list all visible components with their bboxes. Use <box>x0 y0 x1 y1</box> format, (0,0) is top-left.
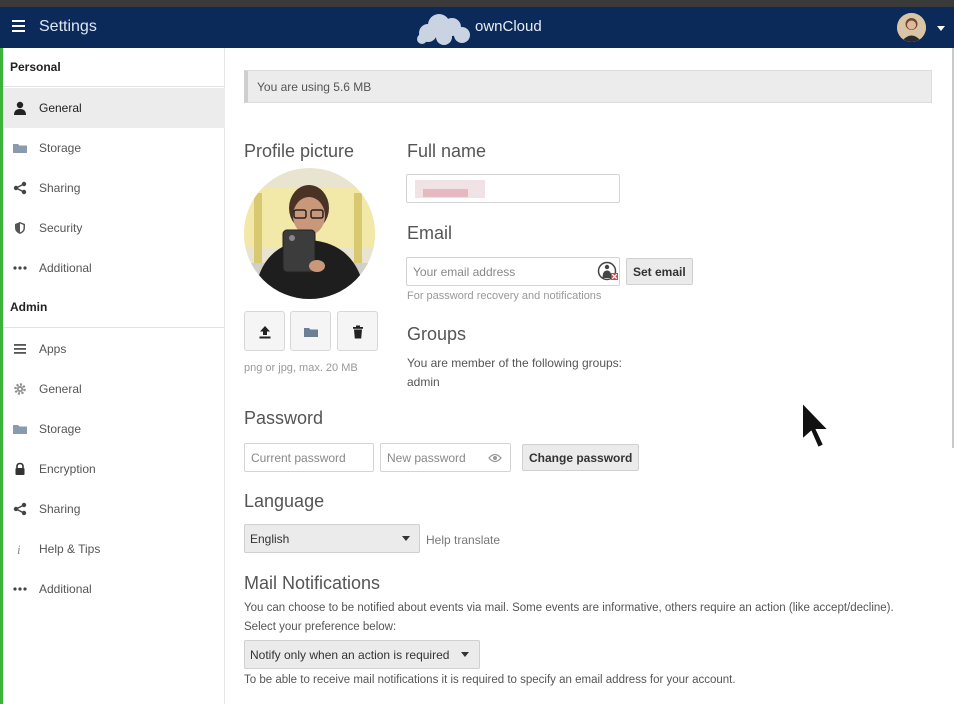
lock-icon <box>15 462 25 475</box>
mail-notifications-selected: Notify only when an action is required <box>250 648 450 662</box>
sidebar-item-label: Security <box>39 221 83 235</box>
sidebar-item-security[interactable]: Security <box>3 208 225 248</box>
mail-notifications-select[interactable]: Notify only when an action is required <box>244 640 480 669</box>
delete-picture-button[interactable] <box>337 311 378 351</box>
cloud-logo[interactable] <box>414 11 472 45</box>
full-name-heading: Full name <box>407 141 487 161</box>
mouse-cursor-icon <box>801 400 832 450</box>
quota-usage-bar: You are using 5.6 MB <box>244 70 932 103</box>
sidebar-item-label: General <box>39 101 82 115</box>
sidebar-item-label: Sharing <box>39 502 81 516</box>
trash-icon <box>353 325 363 339</box>
more-icon <box>13 266 27 270</box>
sidebar-item-label: Sharing <box>39 181 81 195</box>
email-heading: Email <box>407 223 453 243</box>
sidebar-item-label: Storage <box>39 141 82 155</box>
header-title[interactable]: Settings <box>39 18 97 36</box>
current-password-placeholder: Current password <box>251 451 346 465</box>
email-status-icon <box>597 261 618 281</box>
chevron-down-icon <box>402 536 410 541</box>
folder-icon <box>304 328 318 337</box>
hamburger-icon[interactable] <box>12 20 25 32</box>
change-password-button[interactable]: Change password <box>522 444 640 471</box>
sidebar-item-label: Apps <box>39 342 67 356</box>
select-picture-button[interactable] <box>290 311 331 351</box>
person-icon <box>14 101 26 115</box>
top-header: Settings ownCloud <box>0 7 954 48</box>
sidebar-item-label: Additional <box>39 261 92 275</box>
language-select[interactable]: English <box>244 524 420 553</box>
mail-notifications-prompt: Select your preference below: <box>244 621 397 633</box>
shield-icon <box>15 222 25 234</box>
sidebar-item-label: General <box>39 382 82 396</box>
language-selected: English <box>250 532 290 546</box>
sidebar-item-label: Additional <box>39 582 92 596</box>
sidebar-heading-personal: Personal <box>10 60 61 74</box>
mail-notifications-note: To be able to receive mail notifications… <box>244 674 736 686</box>
mail-notifications-desc: You can choose to be notified about even… <box>244 602 894 614</box>
folder-icon <box>13 144 27 153</box>
sidebar-item-general[interactable]: General <box>3 88 225 128</box>
email-hint: For password recovery and notifications <box>407 290 602 302</box>
divider <box>3 86 225 87</box>
profile-picture-hint: png or jpg, max. 20 MB <box>244 362 358 374</box>
help-translate-link[interactable]: Help translate <box>426 533 500 547</box>
share-icon <box>13 502 27 516</box>
full-name-field[interactable] <box>406 174 620 203</box>
sidebar-heading-admin: Admin <box>10 300 48 314</box>
upload-picture-button[interactable] <box>244 311 285 351</box>
sidebar-item-sharing[interactable]: Sharing <box>3 168 225 208</box>
sidebar-item-additional[interactable]: Additional <box>3 248 225 288</box>
set-email-button[interactable]: Set email <box>626 258 693 285</box>
share-icon <box>13 181 27 195</box>
profile-picture-heading: Profile picture <box>244 141 355 161</box>
new-password-field[interactable]: New password <box>380 443 511 472</box>
show-password-icon[interactable] <box>488 453 502 463</box>
sidebar-item-label: Encryption <box>39 462 96 476</box>
user-menu-caret-icon[interactable] <box>937 26 945 31</box>
groups-intro: You are member of the following groups: <box>407 356 623 370</box>
password-heading: Password <box>244 408 324 428</box>
sidebar-item-storage[interactable]: Storage <box>3 128 225 168</box>
user-avatar[interactable] <box>897 13 926 42</box>
current-password-field[interactable]: Current password <box>244 443 374 472</box>
sidebar-item-admin-sharing[interactable]: Sharing <box>3 489 225 529</box>
profile-picture <box>244 168 375 299</box>
sidebar-item-apps[interactable]: Apps <box>3 329 225 369</box>
email-field[interactable]: Your email address <box>406 257 620 286</box>
brand-name: ownCloud <box>475 18 542 35</box>
info-icon: i <box>17 542 21 556</box>
sidebar-item-admin-general[interactable]: General <box>3 369 225 409</box>
more-icon <box>13 587 27 591</box>
folder-icon <box>13 425 27 434</box>
svg-text:i: i <box>17 542 21 556</box>
upload-icon <box>259 326 271 339</box>
redaction-block <box>415 180 485 198</box>
window-top-strip <box>0 0 954 7</box>
groups-list: admin <box>407 375 440 389</box>
new-password-placeholder: New password <box>387 451 466 465</box>
language-heading: Language <box>244 491 325 511</box>
chevron-down-icon <box>461 652 469 657</box>
sidebar-item-admin-storage[interactable]: Storage <box>3 409 225 449</box>
quota-usage-text: You are using 5.6 MB <box>257 80 372 94</box>
list-icon <box>14 344 26 354</box>
sidebar-item-help[interactable]: i Help & Tips <box>3 529 225 569</box>
groups-heading: Groups <box>407 324 467 344</box>
sidebar: Personal General Storage Sharing Securit… <box>3 48 225 704</box>
divider <box>3 327 225 328</box>
email-placeholder: Your email address <box>413 265 516 279</box>
gear-icon <box>14 383 26 395</box>
sidebar-item-encryption[interactable]: Encryption <box>3 449 225 489</box>
mail-notifications-heading: Mail Notifications <box>244 573 381 593</box>
sidebar-item-label: Help & Tips <box>39 542 101 556</box>
sidebar-item-label: Storage <box>39 422 82 436</box>
sidebar-item-admin-additional[interactable]: Additional <box>3 569 225 609</box>
